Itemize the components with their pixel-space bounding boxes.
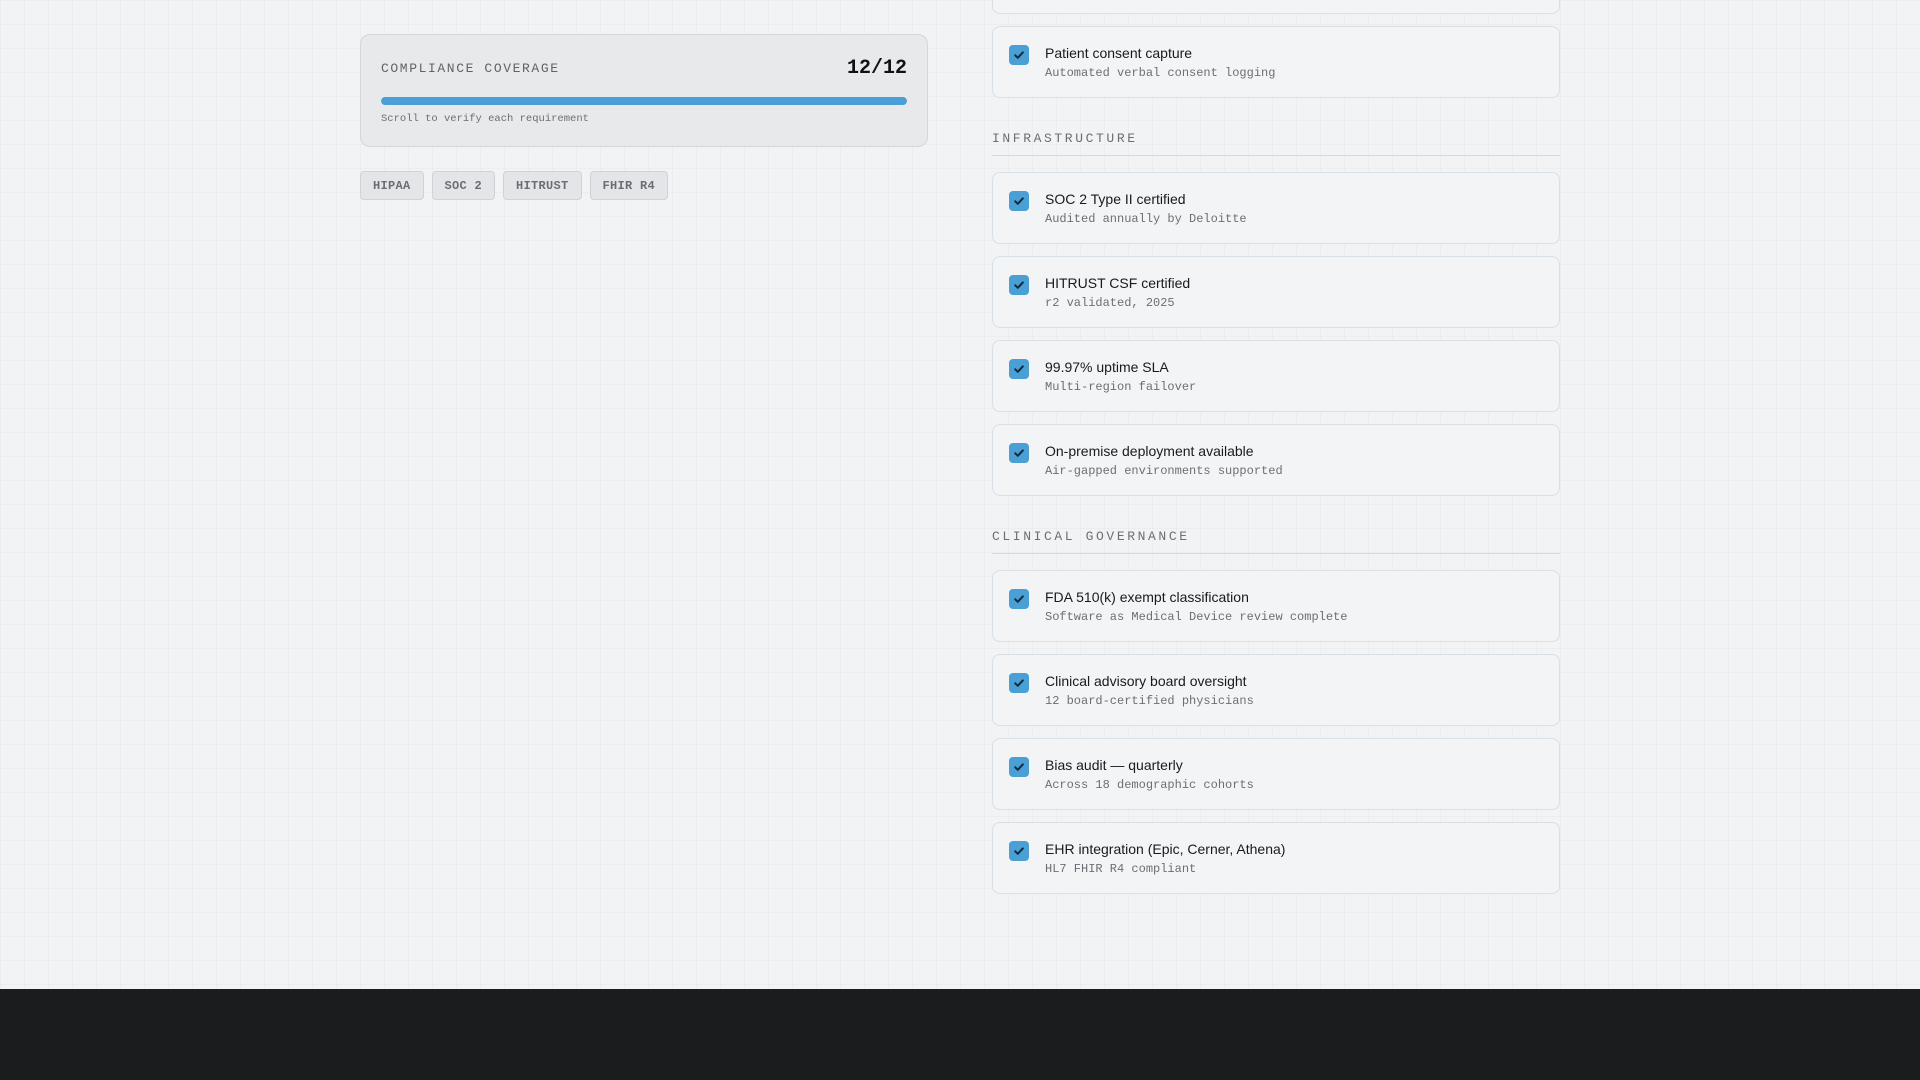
requirement-title: Clinical advisory board oversight [1045, 673, 1247, 689]
requirements-list[interactable]: Patient consent capture Automated verbal… [992, 0, 1560, 906]
requirement-item: Clinical advisory board oversight 12 boa… [992, 654, 1560, 726]
requirement-subtitle: Air-gapped environments supported [1045, 464, 1283, 478]
checkmark-icon [1009, 275, 1029, 295]
coverage-progress-fill [381, 97, 907, 105]
requirement-subtitle: r2 validated, 2025 [1045, 296, 1175, 310]
coverage-label: COMPLIANCE COVERAGE [381, 61, 560, 76]
requirement-item: On-premise deployment available Air-gapp… [992, 424, 1560, 496]
requirement-item: 99.97% uptime SLA Multi-region failover [992, 340, 1560, 412]
badge-soc2: SOC 2 [431, 171, 496, 200]
requirement-subtitle: HL7 FHIR R4 compliant [1045, 862, 1197, 876]
requirement-subtitle: 12 board-certified physicians [1045, 694, 1254, 708]
requirement-item: Patient consent capture Automated verbal… [992, 26, 1560, 98]
checkmark-icon [1009, 191, 1029, 211]
requirement-title: Bias audit — quarterly [1045, 757, 1183, 773]
requirement-title: Patient consent capture [1045, 45, 1193, 61]
requirement-title: 99.97% uptime SLA [1045, 359, 1169, 375]
checkmark-icon [1009, 589, 1029, 609]
coverage-header: COMPLIANCE COVERAGE 12/12 [381, 57, 907, 80]
requirement-item [992, 0, 1560, 14]
badge-hipaa: HIPAA [360, 171, 424, 200]
badge-hitrust: HITRUST [503, 171, 582, 200]
coverage-hint: Scroll to verify each requirement [381, 113, 589, 125]
compliance-coverage-card: COMPLIANCE COVERAGE 12/12 Scroll to veri… [360, 34, 928, 147]
requirement-title: FDA 510(k) exempt classification [1045, 589, 1249, 605]
requirement-title: HITRUST CSF certified [1045, 275, 1191, 291]
coverage-count: 12/12 [846, 57, 907, 80]
requirement-item: HITRUST CSF certified r2 validated, 2025 [992, 256, 1560, 328]
checkmark-icon [1009, 757, 1029, 777]
requirement-subtitle: Software as Medical Device review comple… [1045, 610, 1348, 624]
requirement-subtitle: Across 18 demographic cohorts [1045, 778, 1254, 792]
section-header-infrastructure: INFRASTRUCTURE [992, 131, 1560, 156]
checkmark-icon [1009, 45, 1029, 65]
footer-band [0, 989, 1920, 1080]
requirement-item: FDA 510(k) exempt classification Softwar… [992, 570, 1560, 642]
requirement-item: EHR integration (Epic, Cerner, Athena) H… [992, 822, 1560, 894]
requirement-title: EHR integration (Epic, Cerner, Athena) [1045, 841, 1286, 857]
checkmark-icon [1009, 359, 1029, 379]
requirement-subtitle: Multi-region failover [1045, 380, 1197, 394]
requirement-title: On-premise deployment available [1045, 443, 1254, 459]
requirement-title: SOC 2 Type II certified [1045, 191, 1186, 207]
checkmark-icon [1009, 443, 1029, 463]
coverage-progress-bar [381, 97, 907, 105]
requirement-subtitle: Audited annually by Deloitte [1045, 212, 1247, 226]
requirement-subtitle: Automated verbal consent logging [1045, 66, 1276, 80]
coverage-panel: COMPLIANCE COVERAGE 12/12 Scroll to veri… [360, 34, 928, 200]
checkmark-icon [1009, 841, 1029, 861]
checkmark-icon [1009, 673, 1029, 693]
requirement-item: Bias audit — quarterly Across 18 demogra… [992, 738, 1560, 810]
badge-fhir-r4: FHIR R4 [589, 171, 669, 200]
certification-badges: HIPAA SOC 2 HITRUST FHIR R4 [360, 171, 928, 200]
requirement-item: SOC 2 Type II certified Audited annually… [992, 172, 1560, 244]
section-header-clinical-governance: CLINICAL GOVERNANCE [992, 529, 1560, 554]
